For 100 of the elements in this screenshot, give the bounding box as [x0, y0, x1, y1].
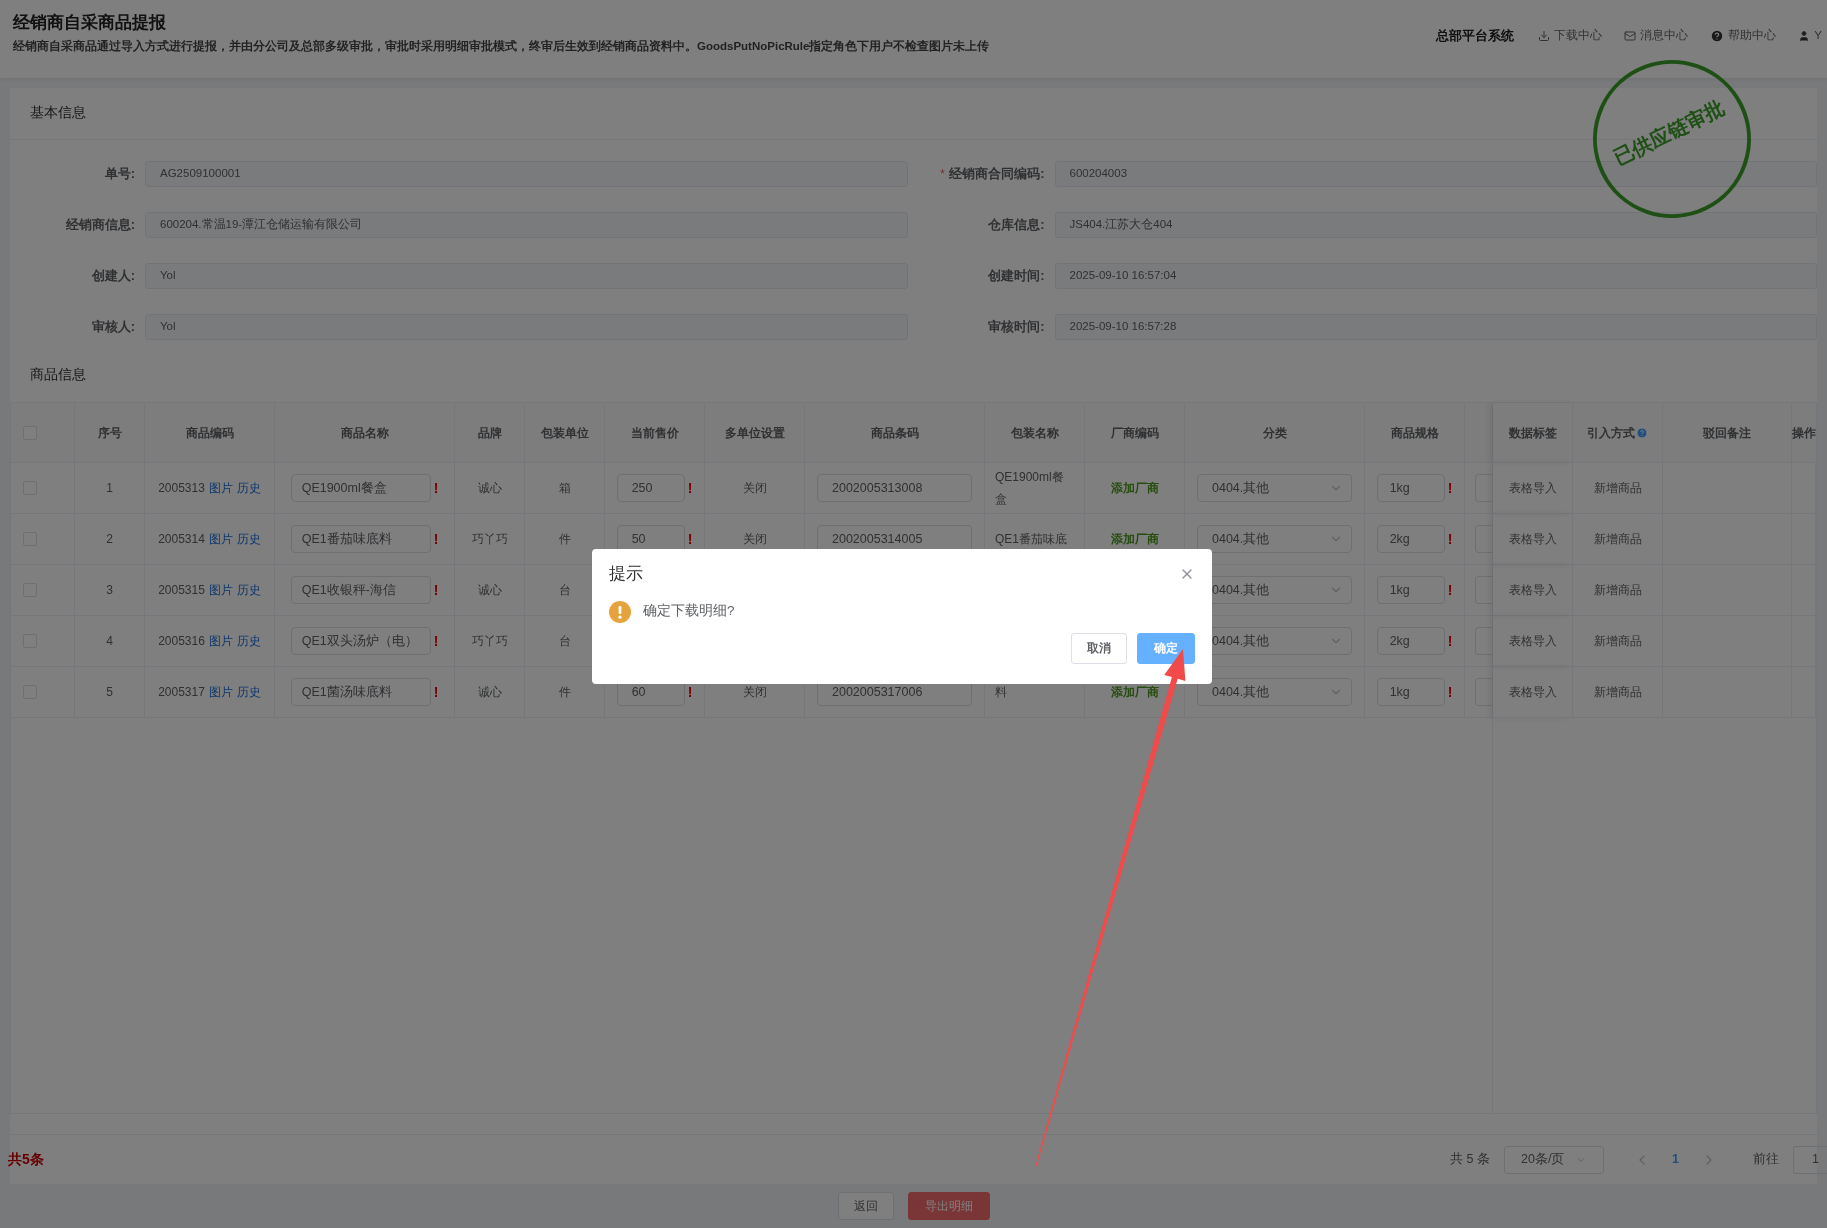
spec-field[interactable]: 1kg	[1376, 474, 1445, 502]
cell-text: QE1番茄味底	[995, 531, 1067, 548]
cell-text: 2005313	[158, 480, 205, 497]
cell-text: 3	[106, 582, 113, 599]
table-link[interactable]: 历史	[236, 632, 261, 650]
add-vendor-link[interactable]: 添加厂商	[1110, 683, 1159, 701]
table-link[interactable]: 历史	[236, 479, 261, 497]
field-label: 经销商合同编码:	[949, 164, 1045, 183]
page-title: 经销商自采商品提报	[13, 12, 167, 34]
text-field[interactable]: 2025-09-10 16:57:28	[1054, 313, 1817, 340]
cell-text: QE1900ml餐盒	[995, 469, 1065, 508]
name-field[interactable]: QE1番茄味底料	[290, 525, 431, 553]
column-header: 序号	[97, 424, 122, 442]
warning-mark: !	[1447, 478, 1453, 498]
name-field[interactable]: QE1收银秤-海信	[290, 576, 431, 604]
cell-text: 巧丫巧	[471, 633, 508, 650]
warning-mark: !	[687, 682, 693, 702]
price-field[interactable]: 250	[616, 474, 685, 502]
cell-text: 表格导入	[1508, 531, 1557, 548]
column-header: 商品条码	[870, 424, 919, 442]
spec-field[interactable]: 2kg	[1376, 525, 1445, 553]
barcode-field[interactable]: 2002005313008	[817, 474, 972, 502]
table-link[interactable]: 图片	[208, 581, 233, 599]
field-label: 审核人:	[91, 317, 135, 336]
total-count: 共 5 条	[1450, 1151, 1491, 1169]
field-label: 仓库信息:	[988, 215, 1045, 234]
goto-label: 前往	[1753, 1151, 1779, 1169]
text-field[interactable]: Yol	[145, 262, 908, 289]
text-field[interactable]: AG2509100001	[145, 160, 908, 187]
category-select[interactable]: 0404.其他	[1197, 474, 1352, 502]
warning-mark: !	[1447, 529, 1453, 549]
cell-text: 台	[558, 633, 571, 650]
cell-text: 关闭	[742, 531, 767, 548]
column-header: 商品名称	[340, 424, 389, 442]
page-size-select[interactable]: 20条/页	[1504, 1145, 1605, 1174]
column-header: 引入方式	[1587, 424, 1635, 442]
field-label: 审核时间:	[988, 317, 1045, 336]
record-count: 共5条	[8, 1150, 44, 1169]
column-header: 驳回备注	[1703, 424, 1751, 442]
cell-text: 2005314	[158, 531, 205, 548]
back-button[interactable]: 返回	[837, 1192, 894, 1220]
column-header: 分类	[1262, 424, 1287, 442]
warning-mark: !	[1447, 682, 1453, 702]
column-header: 当前售价	[630, 424, 679, 442]
column-header: 包装名称	[1010, 424, 1059, 442]
section-title: 基本信息	[30, 104, 86, 123]
cell-text: 2	[106, 531, 113, 548]
column-header: 数据标签	[1508, 424, 1557, 442]
text-field[interactable]: Yol	[145, 313, 908, 340]
spec-field[interactable]: 1kg	[1376, 576, 1445, 604]
section-title: 商品信息	[30, 365, 86, 384]
cell-text: 关闭	[742, 684, 767, 701]
column-header: 商品编码	[185, 424, 234, 442]
category-select[interactable]: 0404.其他	[1197, 678, 1352, 706]
cell-text: 诚心	[477, 480, 502, 497]
cell-text: 件	[558, 684, 571, 701]
cell-text: 巧丫巧	[471, 531, 508, 548]
cancel-button[interactable]: 取消	[1071, 632, 1127, 664]
cell-text: 新增商品	[1593, 684, 1642, 701]
page-description: 经销商自采商品通过导入方式进行提报，并由分公司及总部多级审批，审批时采用明细审批模式，终审后生效到经销商品资料中。GoodsPutNoPicRule指定角色下用户不检查图片未上传	[13, 38, 990, 54]
cell-text: 新增商品	[1593, 633, 1642, 650]
header-link[interactable]: Y	[1798, 27, 1822, 45]
text-field[interactable]: 2025-09-10 16:57:04	[1054, 262, 1817, 289]
table-link[interactable]: 历史	[236, 581, 261, 599]
name-field[interactable]: QE1双头汤炉（电）	[290, 627, 431, 655]
field-label: 创建时间:	[988, 266, 1045, 285]
table-link[interactable]: 图片	[208, 683, 233, 701]
text-field[interactable]: 600204.常温19-潭江仓储运输有限公司	[145, 211, 908, 238]
table-link[interactable]: 历史	[236, 530, 261, 548]
name-field[interactable]: QE1900ml餐盒	[290, 474, 431, 502]
warning-mark: !	[433, 580, 439, 600]
cell-text: 表格导入	[1508, 480, 1557, 497]
cell-text: 诚心	[477, 582, 502, 599]
warning-mark: !	[433, 478, 439, 498]
export-button[interactable]: 导出明细	[907, 1192, 990, 1220]
column-header: 多单位设置	[724, 424, 785, 442]
page-number[interactable]: 1	[1664, 1150, 1687, 1169]
cell-text: 料	[995, 684, 1007, 701]
name-field[interactable]: QE1菌汤味底料	[290, 678, 431, 706]
category-select[interactable]: 0404.其他	[1197, 525, 1352, 553]
required-asterisk: *	[940, 164, 946, 183]
table-link[interactable]: 图片	[208, 632, 233, 650]
add-vendor-link[interactable]: 添加厂商	[1110, 530, 1159, 548]
column-header: 包装单位	[540, 424, 589, 442]
goto-page-field[interactable]: 1	[1793, 1145, 1827, 1174]
table-link[interactable]: 历史	[236, 683, 261, 701]
column-header: 商品规格	[1390, 424, 1439, 442]
cell-text: 箱	[558, 480, 571, 497]
warning-mark: !	[433, 631, 439, 651]
spec-field[interactable]: 1kg	[1376, 678, 1445, 706]
text-field[interactable]: JS404.江苏大仓404	[1054, 211, 1817, 238]
field-label: 经销商信息:	[65, 215, 135, 234]
table-link[interactable]: 图片	[208, 530, 233, 548]
cell-text: 台	[558, 582, 571, 599]
table-link[interactable]: 图片	[208, 479, 233, 497]
warning-mark: !	[687, 478, 693, 498]
spec-field[interactable]: 2kg	[1376, 627, 1445, 655]
confirm-button[interactable]: 确定	[1137, 632, 1195, 664]
column-header: 操作	[1792, 424, 1816, 442]
add-vendor-link[interactable]: 添加厂商	[1110, 479, 1159, 497]
